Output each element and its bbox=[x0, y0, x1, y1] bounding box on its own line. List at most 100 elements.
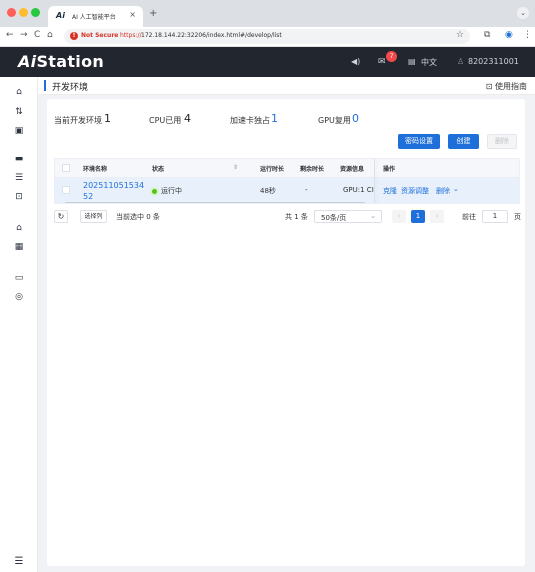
more-ops-chevron-icon[interactable]: ⌄ bbox=[453, 185, 459, 193]
goto-label: 前往 bbox=[462, 213, 476, 221]
sort-icon[interactable]: ⇕ bbox=[233, 164, 238, 171]
dataset-nav-icon[interactable]: ⇅ bbox=[0, 107, 38, 117]
browser-tab[interactable]: Ai AI 人工智能平台 × bbox=[48, 6, 143, 27]
browser-window: Ai AI 人工智能平台 × + ⌄ ← → C ⌂ ! Not Secure … bbox=[0, 0, 535, 572]
page-1-button[interactable]: 1 bbox=[411, 210, 425, 223]
forward-arrow-icon[interactable]: → bbox=[20, 30, 28, 40]
favicon-icon: Ai bbox=[56, 11, 65, 20]
home-nav-icon[interactable]: ⌂ bbox=[0, 87, 38, 97]
table-header: 环境名称 状态 ⇕ 运行时长 剩余时长 资源信息 操作 bbox=[55, 159, 519, 178]
total-count: 共 1 条 bbox=[285, 213, 308, 221]
env-list-card: 当前开发环境 1 CPU已用 4 加速卡独占 1 GPU复用 0 密码设置 创建… bbox=[47, 99, 525, 566]
next-page-button[interactable]: › bbox=[430, 210, 444, 223]
browser-menu-icon[interactable]: ⋮ bbox=[523, 30, 532, 40]
chevron-down-icon: ⌄ bbox=[370, 212, 376, 220]
maximize-window-button[interactable] bbox=[31, 8, 40, 17]
select-all-checkbox[interactable] bbox=[62, 164, 70, 172]
mail-icon: ✉ bbox=[378, 57, 386, 67]
running-status-dot bbox=[152, 188, 157, 194]
page-header: 开发环境 ⊡ 使用指南 bbox=[38, 77, 535, 95]
training-nav-icon[interactable]: ⊡ bbox=[0, 192, 38, 202]
tab-close-icon[interactable]: × bbox=[129, 10, 136, 19]
not-secure-label[interactable]: Not Secure bbox=[81, 32, 118, 39]
content-area: 当前开发环境 1 CPU已用 4 加速卡独占 1 GPU复用 0 密码设置 创建… bbox=[38, 95, 535, 572]
row-checkbox[interactable] bbox=[62, 186, 70, 194]
runtime-cell: 48秒 bbox=[260, 187, 276, 195]
goto-page-input[interactable]: 1 bbox=[482, 210, 508, 223]
selected-count: 当前选中 0 条 bbox=[116, 213, 160, 221]
page-title: 开发环境 bbox=[52, 83, 89, 93]
accel-exclusive-label: 加速卡独占 bbox=[230, 116, 270, 125]
url-text: 172.18.144.22:32206/index.html#/develop/… bbox=[141, 32, 282, 39]
resize-link[interactable]: 资源调整 bbox=[401, 186, 429, 196]
settings-nav-icon[interactable]: ◎ bbox=[0, 292, 38, 302]
horizontal-scrollbar[interactable] bbox=[65, 202, 365, 203]
col-status: 状态 bbox=[152, 166, 165, 173]
close-window-button[interactable] bbox=[7, 8, 16, 17]
create-button[interactable]: 创建 bbox=[448, 134, 479, 149]
env-name-link[interactable]: 202511051534 52 bbox=[83, 180, 144, 202]
page-size-select[interactable]: 50条/页 ⌄ bbox=[314, 210, 382, 223]
table-row[interactable]: 202511051534 52 运行中 48秒 - GPU:1 CI 克隆 资源调… bbox=[55, 178, 519, 203]
fixed-column-divider bbox=[374, 159, 375, 203]
storage-nav-icon[interactable]: ▭ bbox=[0, 273, 38, 283]
col-remaining: 剩余时长 bbox=[300, 166, 325, 173]
warning-icon: ! bbox=[70, 32, 78, 40]
accel-exclusive-value: 1 bbox=[271, 112, 278, 125]
tab-search-button[interactable]: ⌄ bbox=[517, 7, 529, 19]
page-unit-label: 页 bbox=[514, 213, 521, 221]
password-settings-button[interactable]: 密码设置 bbox=[398, 134, 440, 149]
user-icon: ♙ bbox=[457, 57, 465, 66]
browser-tab-bar: Ai AI 人工智能平台 × + ⌄ bbox=[0, 0, 535, 27]
user-guide-link[interactable]: ⊡ 使用指南 bbox=[486, 81, 527, 92]
row-delete-link[interactable]: 删除 bbox=[436, 186, 450, 196]
profile-icon[interactable]: ◉ bbox=[505, 30, 513, 40]
sound-icon[interactable]: ◀) bbox=[351, 57, 360, 66]
refresh-button[interactable]: ↻ bbox=[54, 210, 68, 223]
table-footer: ↻ 选择列 当前选中 0 条 共 1 条 50条/页 ⌄ ‹ 1 › 前往 1 … bbox=[54, 209, 521, 225]
bank-nav-icon[interactable]: ⌂ bbox=[0, 223, 38, 233]
message-count-badge: 7 bbox=[386, 51, 397, 62]
remaining-cell: - bbox=[305, 186, 308, 194]
clone-link[interactable]: 克隆 bbox=[383, 186, 397, 196]
home-icon[interactable]: ⌂ bbox=[47, 30, 53, 40]
reload-icon[interactable]: C bbox=[34, 30, 40, 40]
guide-icon: ⊡ bbox=[485, 82, 493, 91]
status-cell: 运行中 bbox=[152, 186, 182, 196]
address-bar-row: ← → C ⌂ ! Not Secure https:// 172.18.144… bbox=[0, 27, 535, 47]
left-sidebar: ⌂ ⇅ ▣ ▬ ☰ ⊡ ⌂ ▦ ▭ ◎ bbox=[0, 77, 38, 572]
user-id[interactable]: 8202311001 bbox=[468, 57, 519, 66]
title-accent-bar bbox=[44, 80, 46, 91]
col-env-name: 环境名称 bbox=[83, 166, 108, 173]
back-arrow-icon[interactable]: ← bbox=[6, 30, 14, 40]
delete-button[interactable]: 删除 bbox=[487, 134, 517, 149]
minimize-window-button[interactable] bbox=[19, 8, 28, 17]
col-resource: 资源信息 bbox=[340, 166, 365, 173]
new-tab-button[interactable]: + bbox=[149, 8, 157, 19]
language-icon[interactable]: ▤ bbox=[408, 57, 416, 66]
url-protocol: https:// bbox=[120, 32, 142, 39]
extensions-icon[interactable]: ⧉ bbox=[484, 30, 490, 40]
cpu-used-value: 4 bbox=[184, 112, 191, 125]
resource-cell: GPU:1 CI bbox=[343, 186, 374, 194]
message-button[interactable]: ✉ 7 bbox=[378, 51, 397, 67]
gpu-reuse-value: 0 bbox=[352, 112, 359, 125]
resource-stats: 当前开发环境 1 CPU已用 4 加速卡独占 1 GPU复用 0 bbox=[54, 112, 514, 126]
prev-page-button[interactable]: ‹ bbox=[392, 210, 406, 223]
current-env-value: 1 bbox=[104, 112, 111, 125]
gpu-reuse-label: GPU复用 bbox=[318, 116, 351, 125]
bookmark-star-icon[interactable]: ☆ bbox=[456, 30, 464, 40]
monitor-nav-icon[interactable]: ▦ bbox=[0, 242, 38, 252]
image-nav-icon[interactable]: ▣ bbox=[0, 126, 38, 136]
tab-title: AI 人工智能平台 bbox=[72, 14, 116, 21]
app-header: AiStation ◀) ✉ 7 ▤ 中文 ♙ 8202311001 bbox=[0, 47, 535, 77]
collapse-sidebar-icon[interactable]: ☰ bbox=[0, 556, 38, 567]
folder-nav-icon[interactable]: ▬ bbox=[0, 154, 38, 164]
aistation-logo[interactable]: AiStation bbox=[18, 52, 104, 71]
select-columns-button[interactable]: 选择列 bbox=[80, 210, 107, 223]
col-operations: 操作 bbox=[383, 166, 396, 173]
language-switch[interactable]: 中文 bbox=[421, 57, 437, 68]
url-input[interactable]: ! Not Secure https:// 172.18.144.22:3220… bbox=[64, 29, 470, 44]
dev-env-nav-icon[interactable]: ☰ bbox=[0, 173, 38, 183]
current-env-label: 当前开发环境 bbox=[54, 116, 102, 125]
